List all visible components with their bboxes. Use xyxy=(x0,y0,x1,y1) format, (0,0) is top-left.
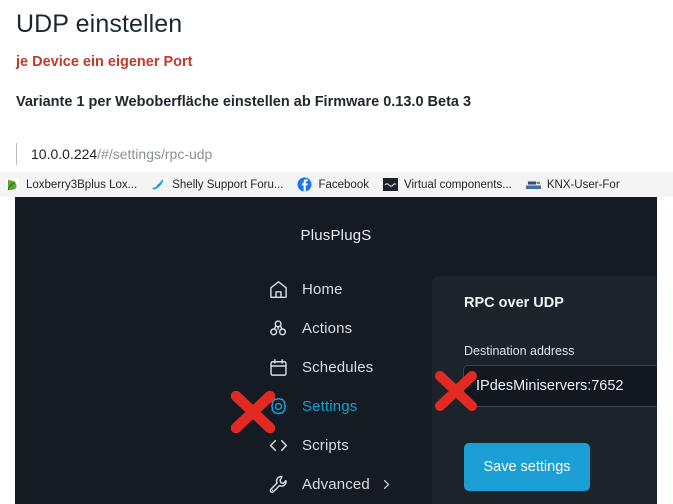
bookmark-label: KNX-User-For xyxy=(546,178,620,191)
bookmark-label: Shelly Support Foru... xyxy=(172,178,284,191)
destination-address-input[interactable] xyxy=(463,365,657,407)
sidebar-item-home[interactable]: Home xyxy=(267,270,432,309)
bookmark-loxberry[interactable]: Loxberry3Bplus Lox... xyxy=(0,174,142,195)
chevron-right-icon xyxy=(380,478,393,491)
subtitle-warning: je Device ein eigener Port xyxy=(16,54,193,70)
gear-icon xyxy=(267,396,289,418)
sidebar-item-label: Home xyxy=(302,281,343,298)
facebook-icon xyxy=(297,177,312,192)
url-path: /#/settings/rpc-udp xyxy=(97,146,213,162)
subtitle-variant-heading: Variante 1 per Weboberfläche einstellen … xyxy=(16,94,472,110)
sidebar-item-label: Schedules xyxy=(302,359,374,376)
sidebar-item-label: Scripts xyxy=(302,437,349,454)
page-title: UDP einstellen xyxy=(16,10,183,38)
bookmark-label: Loxberry3Bplus Lox... xyxy=(26,178,138,191)
bookmark-knx-user-forum[interactable]: KNX-User-For xyxy=(521,174,625,195)
loxberry-leaf-icon xyxy=(5,177,20,192)
knx-banner-icon xyxy=(525,177,541,192)
rpc-over-udp-card: RPC over UDP Destination address Save se… xyxy=(432,276,657,504)
bookmark-label: Facebook xyxy=(318,178,369,191)
sidebar-item-schedules[interactable]: Schedules xyxy=(267,348,432,387)
shelly-web-ui: PlusPlugS Home Actions Schedules Setting… xyxy=(15,197,657,504)
browser-address-bar[interactable]: 10.0.0.224/#/settings/rpc-udp xyxy=(0,138,673,172)
sidebar-item-label: Settings xyxy=(302,398,358,415)
sidebar-item-actions[interactable]: Actions xyxy=(267,309,432,348)
app-header: PlusPlugS xyxy=(15,197,657,255)
wrench-icon xyxy=(267,474,289,496)
destination-address-label: Destination address xyxy=(464,344,575,358)
sidebar-item-settings[interactable]: Settings xyxy=(267,387,432,426)
sidebar-item-advanced[interactable]: Advanced xyxy=(267,465,432,504)
dark-square-icon xyxy=(382,177,398,192)
code-brackets-icon xyxy=(267,435,289,457)
bookmarks-bar: Loxberry3Bplus Lox... Shelly Support For… xyxy=(0,172,673,197)
calendar-icon xyxy=(267,357,289,379)
bookmark-shelly-support-forum[interactable]: Shelly Support Foru... xyxy=(146,174,288,195)
url-host: 10.0.0.224 xyxy=(31,146,98,162)
actions-icon xyxy=(267,318,289,340)
address-bar-divider xyxy=(16,143,17,165)
rss-feed-icon xyxy=(151,177,166,192)
bookmark-virtual-components[interactable]: Virtual components... xyxy=(378,174,517,195)
address-bar-url: 10.0.0.224/#/settings/rpc-udp xyxy=(31,143,212,165)
sidebar-item-label: Actions xyxy=(302,320,353,337)
bookmark-label: Virtual components... xyxy=(403,178,512,191)
home-icon xyxy=(267,279,289,301)
sidebar-item-scripts[interactable]: Scripts xyxy=(267,426,432,465)
sidebar-item-label: Advanced xyxy=(302,476,370,493)
sidebar-nav: Home Actions Schedules Settings Scripts … xyxy=(267,270,432,504)
card-title: RPC over UDP xyxy=(464,295,564,311)
bookmark-facebook[interactable]: Facebook xyxy=(292,174,374,195)
device-name-title: PlusPlugS xyxy=(300,227,372,244)
save-settings-button[interactable]: Save settings xyxy=(464,443,590,491)
